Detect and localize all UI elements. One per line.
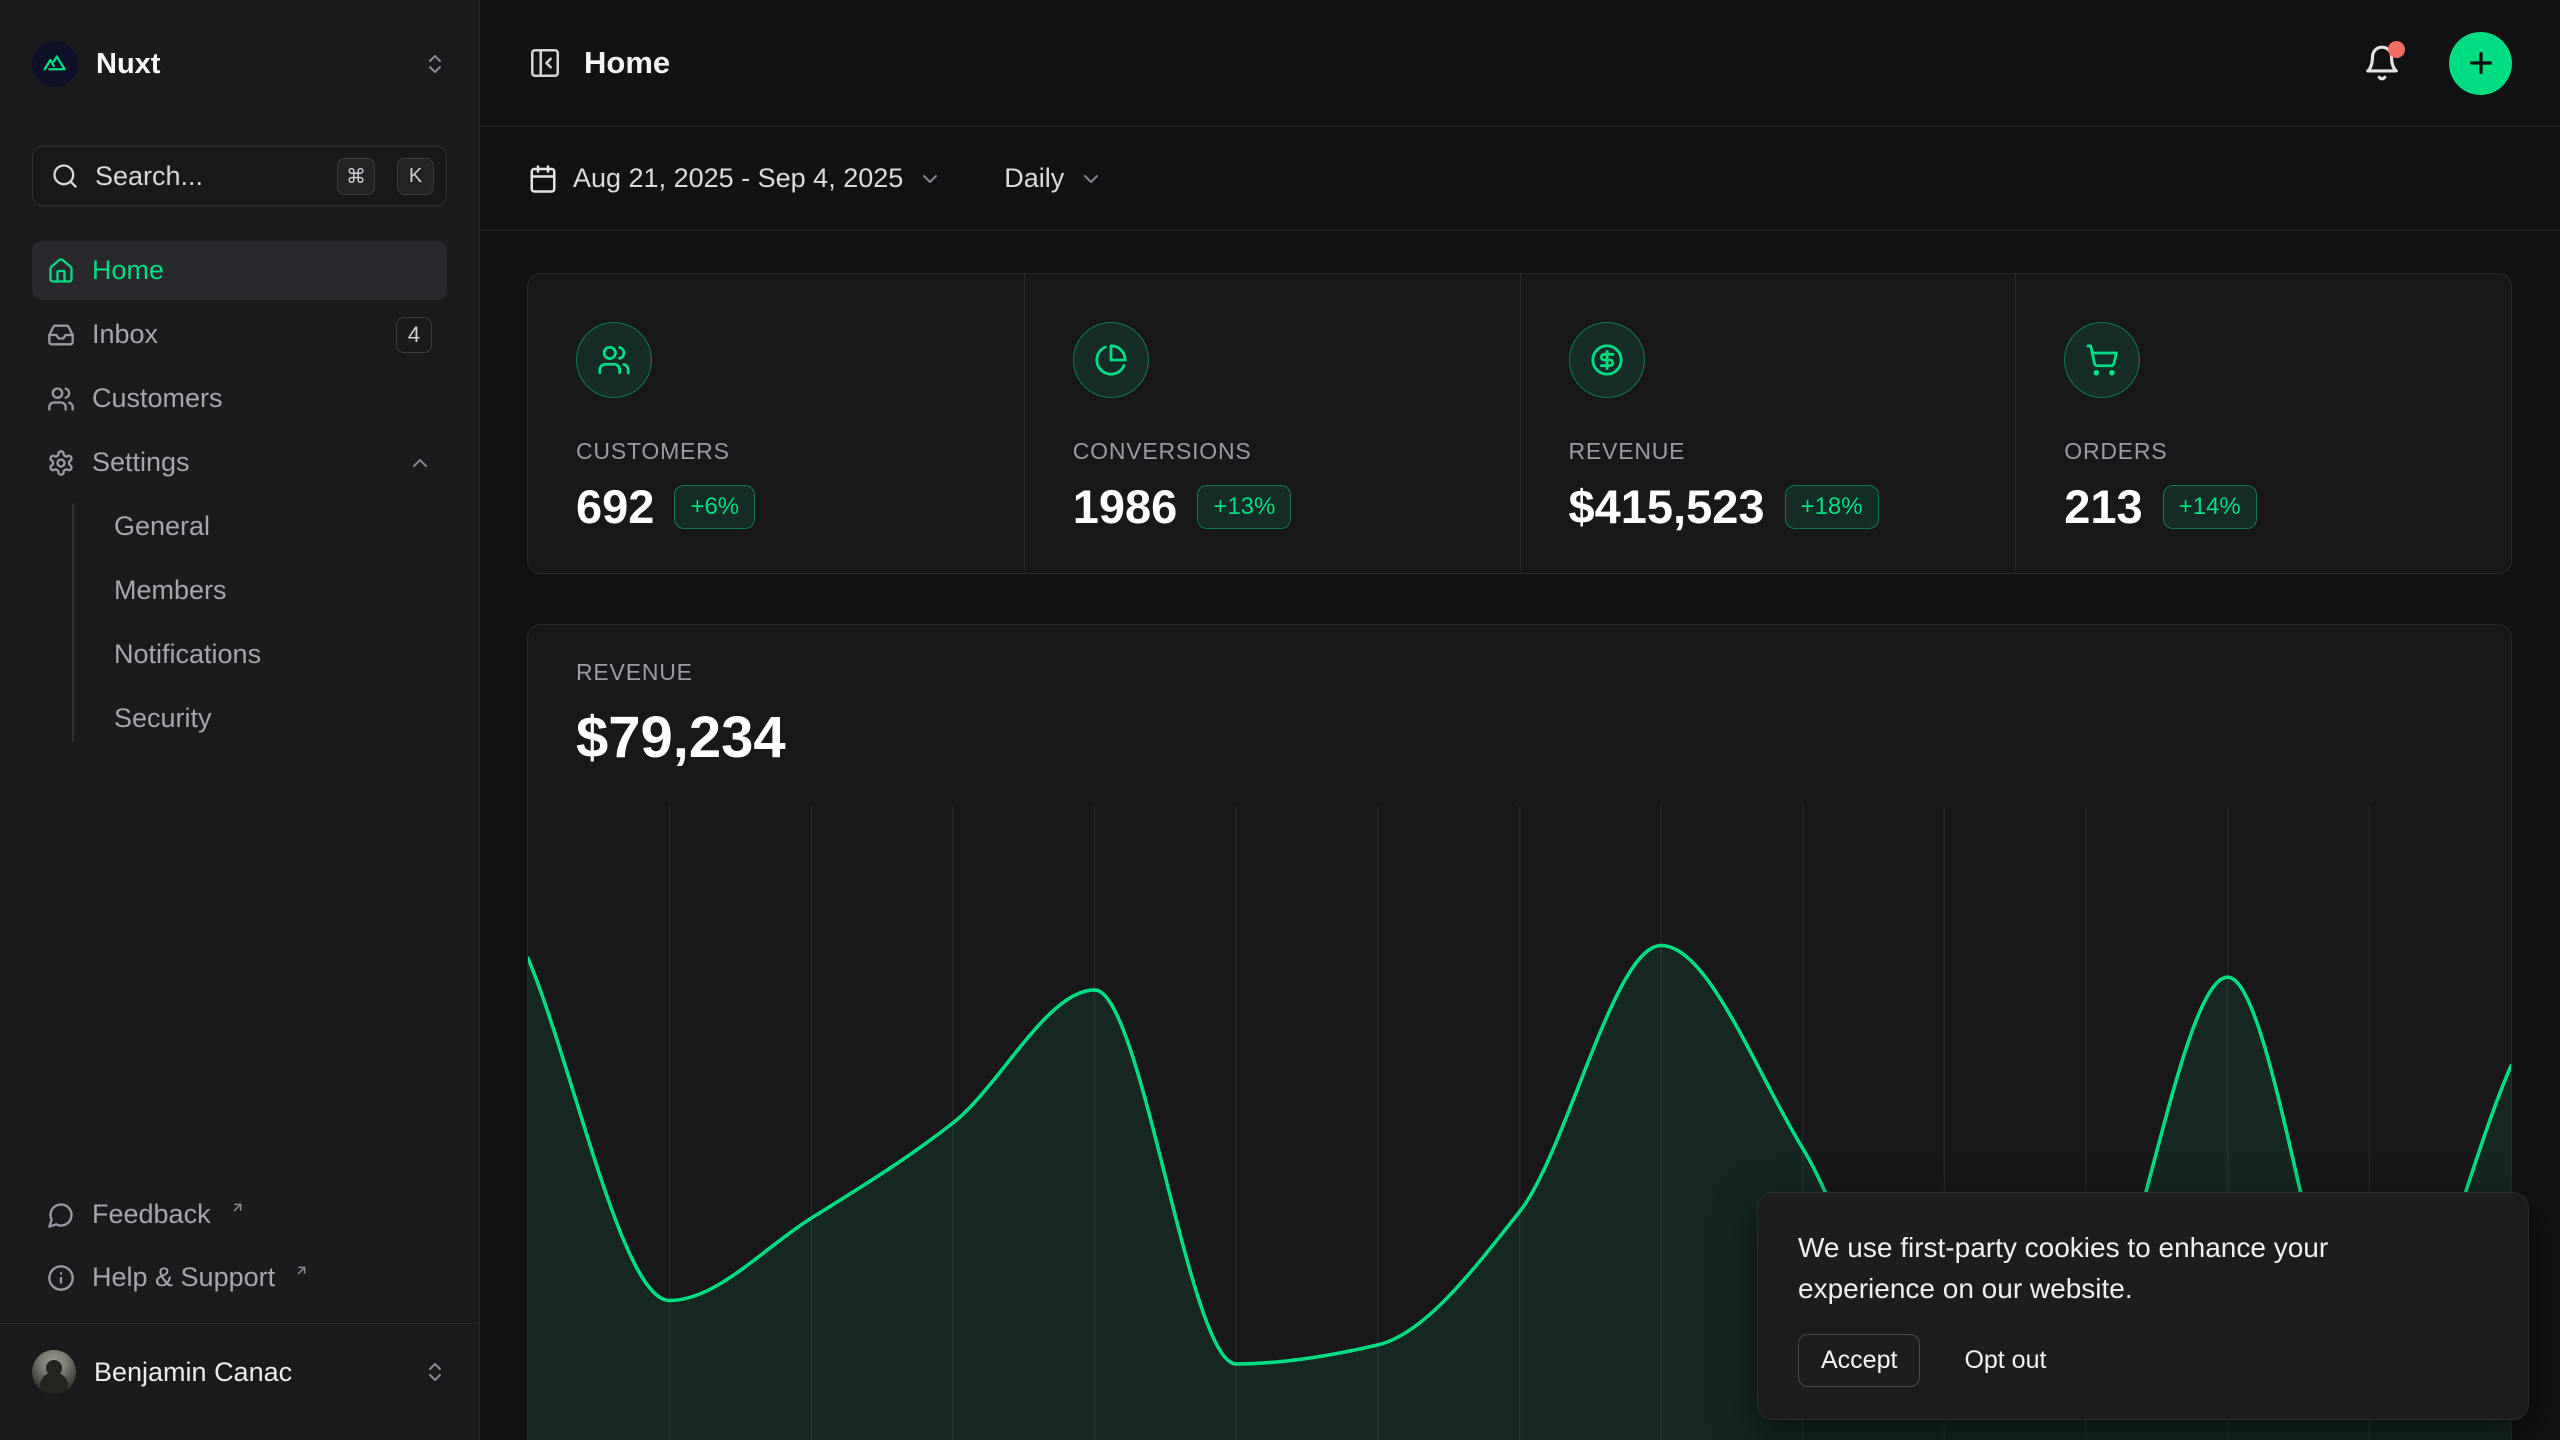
panel-left-close-icon — [528, 46, 562, 80]
stat-value: $415,523 — [1569, 479, 1765, 534]
pie-chart-icon — [1073, 322, 1149, 398]
sidebar-item-label: Inbox — [92, 319, 158, 350]
cookie-banner: We use first-party cookies to enhance yo… — [1757, 1192, 2529, 1420]
user-menu[interactable]: Benjamin Canac — [32, 1332, 447, 1412]
sidebar-divider — [0, 1323, 479, 1324]
sidebar-item-customers[interactable]: Customers — [32, 369, 447, 428]
sidebar-nav: Home Inbox 4 Customers Sett — [32, 241, 447, 748]
avatar — [32, 1350, 76, 1394]
user-name: Benjamin Canac — [94, 1357, 292, 1388]
stat-conversions[interactable]: CONVERSIONS 1986 +13% — [1024, 274, 1520, 573]
help-support-link[interactable]: Help & Support — [32, 1248, 447, 1307]
kbd-cmd: ⌘ — [337, 158, 375, 195]
stat-delta-badge: +14% — [2163, 485, 2257, 529]
granularity-select[interactable]: Daily — [1004, 163, 1103, 194]
chevron-up-icon — [408, 451, 432, 475]
accept-cookies-button[interactable]: Accept — [1798, 1334, 1920, 1387]
plus-icon — [2465, 47, 2497, 79]
add-button[interactable] — [2449, 32, 2512, 95]
sidebar-item-inbox[interactable]: Inbox 4 — [32, 305, 447, 364]
search-placeholder: Search... — [95, 161, 315, 192]
sidebar-item-home[interactable]: Home — [32, 241, 447, 300]
page-header: Home — [480, 0, 2560, 127]
workspace-name: Nuxt — [96, 48, 160, 81]
sidebar-item-label: Home — [92, 255, 164, 286]
calendar-icon — [528, 164, 558, 194]
sidebar-item-label: Customers — [92, 383, 223, 414]
home-icon — [47, 257, 75, 285]
revenue-card-label: REVENUE — [576, 659, 2463, 686]
stat-delta-badge: +18% — [1785, 485, 1879, 529]
shopping-cart-icon — [2064, 322, 2140, 398]
stats-row: CUSTOMERS 692 +6% CONVERSIONS 1986 +13% — [527, 273, 2512, 574]
sidebar-item-settings[interactable]: Settings — [32, 433, 447, 492]
sidebar: Nuxt Search... ⌘ K Home — [0, 0, 480, 1440]
stat-value: 1986 — [1073, 479, 1178, 534]
sidebar-item-security[interactable]: Security — [104, 689, 447, 748]
stat-delta-badge: +6% — [674, 485, 755, 529]
chevrons-up-down-icon — [423, 52, 447, 76]
chat-bubble-icon — [47, 1201, 75, 1229]
stat-label: REVENUE — [1569, 438, 1976, 465]
sidebar-item-label: Settings — [92, 447, 190, 478]
feedback-label: Feedback — [92, 1199, 211, 1230]
stat-orders[interactable]: ORDERS 213 +14% — [2015, 274, 2511, 573]
dollar-circle-icon — [1569, 322, 1645, 398]
date-range-value: Aug 21, 2025 - Sep 4, 2025 — [573, 163, 903, 194]
feedback-link[interactable]: Feedback — [32, 1185, 447, 1244]
stat-customers[interactable]: CUSTOMERS 692 +6% — [528, 274, 1024, 573]
inbox-icon — [47, 321, 75, 349]
settings-submenu: General Members Notifications Security — [72, 497, 447, 748]
stat-label: CONVERSIONS — [1073, 438, 1480, 465]
search-icon — [51, 162, 79, 190]
kbd-k: K — [397, 158, 434, 195]
revenue-card-value: $79,234 — [576, 704, 2463, 771]
date-range-picker[interactable]: Aug 21, 2025 - Sep 4, 2025 — [528, 163, 942, 194]
chevron-down-icon — [918, 167, 942, 191]
cookie-message: We use first-party cookies to enhance yo… — [1798, 1227, 2448, 1309]
chevron-down-icon — [1079, 167, 1103, 191]
collapse-sidebar-button[interactable] — [528, 46, 562, 80]
stat-delta-badge: +13% — [1197, 485, 1291, 529]
sidebar-item-members[interactable]: Members — [104, 561, 447, 620]
users-icon — [47, 385, 75, 413]
help-support-label: Help & Support — [92, 1262, 275, 1293]
inbox-count-badge: 4 — [396, 317, 432, 353]
users-icon — [576, 322, 652, 398]
notification-dot — [2388, 41, 2405, 58]
stat-label: ORDERS — [2064, 438, 2471, 465]
workspace-switcher[interactable]: Nuxt — [32, 24, 447, 104]
sidebar-footer: Feedback Help & Support — [32, 1185, 447, 1307]
filters-toolbar: Aug 21, 2025 - Sep 4, 2025 Daily — [480, 127, 2560, 231]
stat-value: 213 — [2064, 479, 2142, 534]
stat-revenue[interactable]: REVENUE $415,523 +18% — [1520, 274, 2016, 573]
gear-icon — [47, 449, 75, 477]
stat-value: 692 — [576, 479, 654, 534]
external-link-icon — [230, 1200, 245, 1215]
stat-label: CUSTOMERS — [576, 438, 984, 465]
granularity-value: Daily — [1004, 163, 1064, 194]
external-link-icon — [294, 1263, 309, 1278]
info-circle-icon — [47, 1264, 75, 1292]
notifications-button[interactable] — [2363, 44, 2401, 82]
page-title: Home — [584, 45, 670, 81]
sidebar-item-general[interactable]: General — [104, 497, 447, 556]
sidebar-item-notifications[interactable]: Notifications — [104, 625, 447, 684]
search-input[interactable]: Search... ⌘ K — [32, 146, 447, 206]
nuxt-logo-icon — [32, 41, 78, 87]
optout-cookies-button[interactable]: Opt out — [1964, 1346, 2046, 1375]
dashboard-root: Nuxt Search... ⌘ K Home — [0, 0, 2560, 1440]
chevrons-up-down-icon — [423, 1360, 447, 1384]
